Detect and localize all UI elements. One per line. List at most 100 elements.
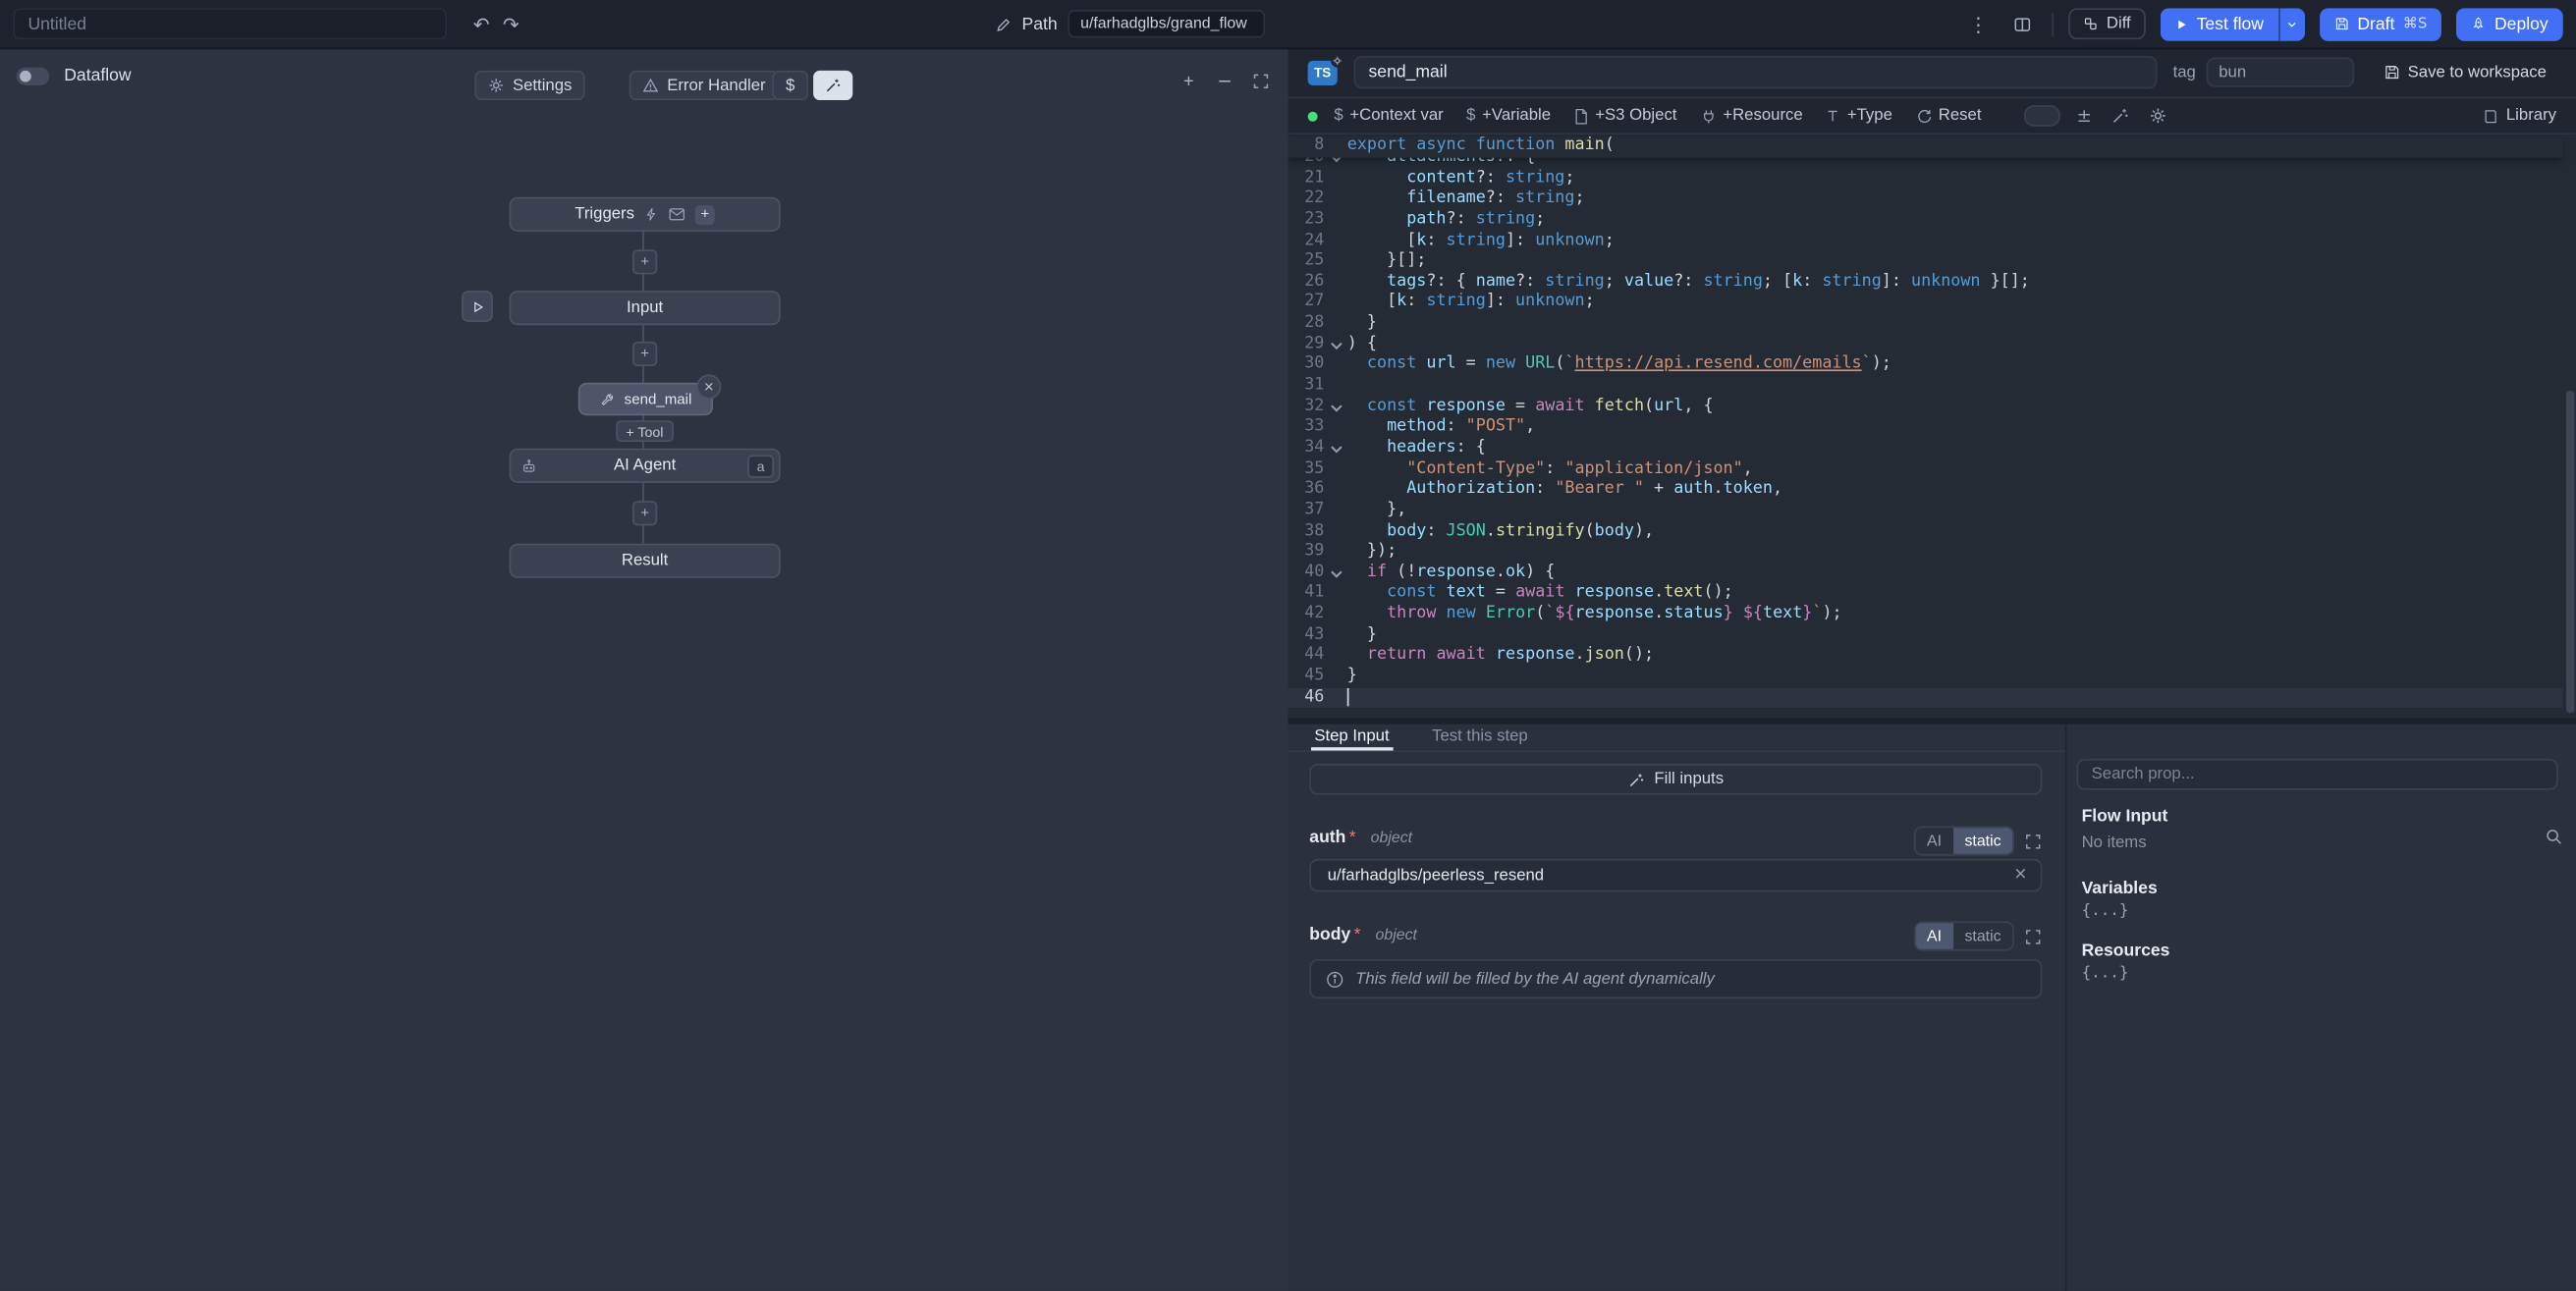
code-line-31[interactable]: 31 — [1288, 376, 2563, 397]
error-handler-button[interactable]: Error Handler — [630, 71, 779, 100]
clear-auth-button[interactable]: × — [2013, 867, 2027, 884]
code-line-46[interactable]: 46 — [1288, 687, 2563, 708]
code-line-43[interactable]: 43 } — [1288, 625, 2563, 646]
add-trigger-button[interactable]: + — [695, 204, 715, 224]
tab-test-this-step[interactable]: Test this step — [1429, 727, 1531, 750]
panel-resize-handle[interactable] — [1288, 718, 2576, 725]
code-line-44[interactable]: 44 return await response.json(); — [1288, 646, 2563, 667]
node-send-mail[interactable]: send_mail × — [578, 383, 713, 415]
add-s3-object-button[interactable]: +S3 Object — [1573, 107, 1676, 125]
node-input[interactable]: Input — [510, 291, 781, 325]
fold-chevron-icon[interactable] — [1324, 397, 1346, 417]
code-line-22[interactable]: 22 filename?: string; — [1288, 189, 2563, 210]
deploy-button[interactable]: Deploy — [2457, 8, 2563, 40]
code-line-45[interactable]: 45} — [1288, 667, 2563, 687]
run-input-button[interactable] — [462, 291, 493, 322]
code-line-34[interactable]: 34 headers: { — [1288, 439, 2563, 459]
path-input[interactable] — [1068, 10, 1265, 37]
code-line-37[interactable]: 37 }, — [1288, 501, 2563, 521]
ai-wand-button[interactable] — [813, 71, 852, 100]
expand-field-icon[interactable] — [2024, 832, 2042, 849]
variables-value[interactable]: {...} — [2082, 901, 2129, 919]
code-text: export async function main( — [1347, 136, 2563, 157]
code-line-26[interactable]: 26 tags?: { name?: string; value?: strin… — [1288, 272, 2563, 293]
tab-step-input[interactable]: Step Input — [1311, 727, 1393, 750]
font-size-icon[interactable]: ± — [2076, 105, 2091, 127]
fold-chevron-icon[interactable] — [1324, 335, 1346, 355]
code-line-23[interactable]: 23 path?: string; — [1288, 210, 2563, 231]
body-mode-static-button[interactable]: static — [1953, 923, 2013, 949]
code-editor[interactable]: 8export async function main( 20 attachme… — [1288, 134, 2576, 718]
dataflow-toggle[interactable] — [17, 67, 49, 84]
code-line-21[interactable]: 21 content?: string; — [1288, 169, 2563, 189]
auth-mode-static-button[interactable]: static — [1953, 828, 2013, 854]
test-flow-dropdown-button[interactable] — [2278, 8, 2305, 40]
code-line-30[interactable]: 30 const url = new URL(`https://api.rese… — [1288, 355, 2563, 376]
auth-value-input[interactable] — [1324, 865, 2013, 887]
zoom-out-button[interactable]: − — [1214, 71, 1235, 92]
fold-chevron-icon[interactable] — [1324, 439, 1346, 459]
code-line-25[interactable]: 25 }[]; — [1288, 251, 2563, 272]
code-line-27[interactable]: 27 [k: string]: unknown; — [1288, 294, 2563, 314]
code-line-35[interactable]: 35 "Content-Type": "application/json", — [1288, 459, 2563, 480]
expand-field-icon[interactable] — [2024, 927, 2042, 944]
editor-scrollbar[interactable] — [2566, 391, 2574, 713]
reset-button[interactable]: Reset — [1915, 107, 1981, 125]
wand-icon[interactable] — [2111, 107, 2129, 125]
fold-chevron-icon[interactable] — [1324, 563, 1346, 583]
code-line-32[interactable]: 32 const response = await fetch(url, { — [1288, 397, 2563, 417]
add-tool-button[interactable]: + Tool — [616, 420, 673, 442]
flow-settings-button[interactable]: Settings — [474, 71, 584, 100]
fold-chevron-icon[interactable] — [1324, 158, 1346, 169]
code-text: [k: string]: unknown; — [1347, 294, 2563, 314]
assistant-status-pill[interactable] — [2024, 105, 2060, 127]
flow-summary-input[interactable] — [13, 8, 447, 39]
node-result[interactable]: Result — [510, 544, 781, 578]
tag-input[interactable] — [2206, 58, 2354, 87]
save-to-workspace-button[interactable]: Save to workspace — [2374, 62, 2557, 83]
library-button[interactable]: Library — [2483, 107, 2556, 125]
lang-settings-icon[interactable] — [1331, 53, 1343, 66]
add-type-button[interactable]: +Type — [1826, 107, 1892, 125]
code-line-40[interactable]: 40 if (!response.ok) { — [1288, 563, 2563, 583]
expand-code-button[interactable]: $ — [772, 71, 808, 100]
code-line-38[interactable]: 38 body: JSON.stringify(body), — [1288, 521, 2563, 542]
add-variable-button[interactable]: $+Variable — [1466, 107, 1551, 125]
code-line-41[interactable]: 41 const text = await response.text(); — [1288, 584, 2563, 605]
add-resource-button[interactable]: +Resource — [1700, 107, 1803, 125]
search-icon[interactable] — [2545, 828, 2562, 845]
code-line-20[interactable]: 20 attachments?: { — [1288, 158, 2563, 169]
fill-inputs-button[interactable]: Fill inputs — [1309, 764, 2042, 795]
auth-mode-ai-button[interactable]: AI — [1915, 828, 1952, 854]
more-menu-button[interactable]: ⋮ — [1963, 9, 1993, 38]
draft-button[interactable]: Draft ⌘S — [2320, 8, 2442, 40]
zoom-in-button[interactable]: + — [1178, 71, 1199, 92]
node-ai-agent[interactable]: AI Agent a — [510, 449, 781, 483]
remove-tool-button[interactable]: × — [696, 374, 721, 399]
editor-settings-gear-icon[interactable] — [2149, 107, 2166, 125]
code-line-42[interactable]: 42 throw new Error(`${response.status} $… — [1288, 605, 2563, 625]
step-name-input[interactable] — [1353, 56, 2156, 88]
code-line-28[interactable]: 28 } — [1288, 314, 2563, 335]
code-line-24[interactable]: 24 [k: string]: unknown; — [1288, 231, 2563, 251]
diff-button[interactable]: Diff — [2068, 8, 2145, 39]
code-line-8[interactable]: 8export async function main( — [1288, 136, 2563, 157]
code-line-36[interactable]: 36 Authorization: "Bearer " + auth.token… — [1288, 480, 2563, 501]
body-mode-ai-button[interactable]: AI — [1915, 923, 1952, 949]
add-context-var-button[interactable]: $+Context var — [1334, 107, 1443, 125]
test-flow-button[interactable]: Test flow — [2161, 8, 2278, 40]
resources-value[interactable]: {...} — [2082, 964, 2129, 982]
search-prop-input[interactable] — [2077, 759, 2558, 790]
insert-step-button[interactable]: + — [632, 249, 657, 274]
node-triggers[interactable]: Triggers + — [510, 197, 781, 232]
code-line-29[interactable]: 29) { — [1288, 335, 2563, 355]
layout-panel-button[interactable] — [2008, 9, 2038, 38]
code-line-39[interactable]: 39 }); — [1288, 542, 2563, 563]
flow-input-title: Flow Input — [2082, 806, 2168, 826]
insert-step-button[interactable]: + — [632, 501, 657, 525]
undo-button[interactable]: ↶ — [466, 9, 496, 38]
code-line-33[interactable]: 33 method: "POST", — [1288, 417, 2563, 438]
fit-view-button[interactable] — [1250, 71, 1272, 92]
insert-step-button[interactable]: + — [632, 342, 657, 366]
redo-button[interactable]: ↷ — [496, 9, 525, 38]
